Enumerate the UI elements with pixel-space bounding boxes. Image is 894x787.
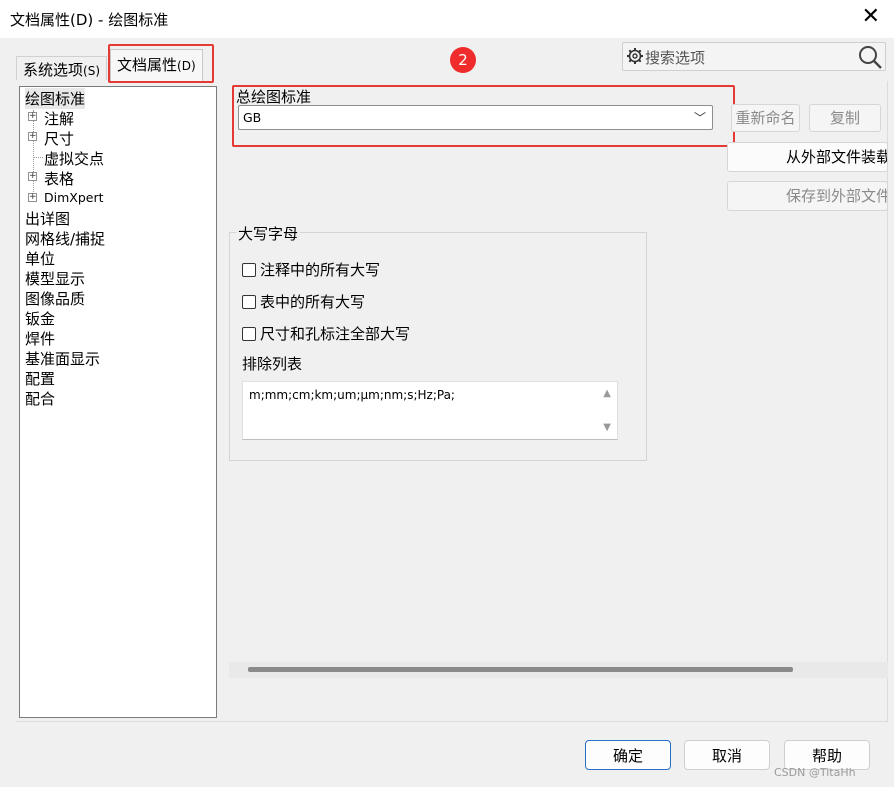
checkbox-label: 注释中的所有大写 bbox=[260, 261, 381, 279]
highlight-box-standard bbox=[232, 85, 735, 147]
scroll-up-icon[interactable]: ▲ bbox=[603, 388, 611, 399]
load-from-file-button[interactable]: 从外部文件装载 bbox=[727, 142, 888, 172]
tree-connector bbox=[33, 110, 34, 198]
watermark: CSDN @TitaHh bbox=[774, 766, 856, 779]
tree-item-detailing[interactable]: 出详图 bbox=[25, 208, 70, 229]
exclude-list-label: 排除列表 bbox=[242, 355, 303, 373]
exclude-list-field[interactable]: m;mm;cm;km;um;µm;nm;s;Hz;Pa; ▲ ▼ bbox=[242, 381, 618, 440]
exclude-list-value: m;mm;cm;km;um;µm;nm;s;Hz;Pa; bbox=[249, 388, 455, 402]
expand-icon[interactable]: + bbox=[28, 112, 37, 121]
tree-item-sheet-metal[interactable]: 钣金 bbox=[25, 308, 55, 329]
gear-icon[interactable] bbox=[625, 46, 645, 66]
checkbox-icon[interactable] bbox=[242, 263, 256, 277]
checkbox-icon[interactable] bbox=[242, 327, 256, 341]
highlight-box-tab bbox=[108, 44, 214, 83]
checkbox-label: 表中的所有大写 bbox=[260, 293, 366, 311]
tab-system-options[interactable]: 系统选项(S) bbox=[16, 56, 107, 80]
tree-item-configurations[interactable]: 配置 bbox=[25, 368, 55, 389]
tree-item-grid-snap[interactable]: 网格线/捕捉 bbox=[25, 228, 105, 249]
uppercase-group-legend: 大写字母 bbox=[236, 223, 301, 244]
tree-item-drafting-standard[interactable]: 绘图标准 bbox=[25, 88, 86, 109]
checkbox-uppercase-tables[interactable]: 表中的所有大写 bbox=[242, 291, 365, 312]
expand-icon[interactable]: + bbox=[28, 172, 37, 181]
tree-item-annotations[interactable]: 注解 bbox=[44, 108, 74, 129]
search-input[interactable]: 搜索选项 bbox=[645, 47, 705, 68]
tree-connector bbox=[33, 157, 43, 158]
window-title: 文档属性(D) - 绘图标准 bbox=[10, 11, 169, 29]
expand-icon[interactable]: + bbox=[28, 132, 37, 141]
tree-item-dimensions[interactable]: 尺寸 bbox=[44, 128, 74, 149]
tab-system-options-accel: (S) bbox=[83, 64, 100, 78]
cancel-button[interactable]: 取消 bbox=[684, 740, 770, 770]
checkbox-icon[interactable] bbox=[242, 295, 256, 309]
tree-item-plane-display[interactable]: 基准面显示 bbox=[25, 348, 100, 369]
tree-item-weldments[interactable]: 焊件 bbox=[25, 328, 55, 349]
checkbox-uppercase-notes[interactable]: 注释中的所有大写 bbox=[242, 259, 380, 280]
search-options-box[interactable]: 搜索选项 bbox=[622, 42, 886, 71]
search-icon[interactable] bbox=[857, 44, 883, 70]
checkbox-label: 尺寸和孔标注全部大写 bbox=[260, 325, 411, 343]
tree-item-model-display[interactable]: 模型显示 bbox=[25, 268, 85, 289]
tree-item-mates[interactable]: 配合 bbox=[25, 388, 55, 409]
rename-button[interactable]: 重新命名 bbox=[731, 104, 800, 132]
tree-item-tables[interactable]: 表格 bbox=[44, 168, 74, 189]
save-to-file-button[interactable]: 保存到外部文件 bbox=[727, 181, 888, 211]
annotation-badge-2: 2 bbox=[450, 47, 476, 73]
tree-item-image-quality[interactable]: 图像品质 bbox=[25, 288, 85, 309]
scroll-down-icon[interactable]: ▼ bbox=[603, 422, 611, 433]
checkbox-uppercase-dimensions[interactable]: 尺寸和孔标注全部大写 bbox=[242, 323, 410, 344]
expand-icon[interactable]: + bbox=[28, 193, 37, 202]
horizontal-scrollbar[interactable] bbox=[229, 662, 888, 678]
copy-button[interactable]: 复制 bbox=[809, 104, 881, 132]
ok-button[interactable]: 确定 bbox=[585, 740, 671, 770]
scrollbar-thumb[interactable] bbox=[248, 667, 793, 672]
tab-system-options-label: 系统选项 bbox=[23, 61, 84, 79]
title-bar: 文档属性(D) - 绘图标准 ✕ bbox=[0, 0, 894, 38]
tree-item-units[interactable]: 单位 bbox=[25, 248, 55, 269]
uppercase-group: 大写字母 注释中的所有大写 表中的所有大写 尺寸和孔标注全部大写 排除列表 m;… bbox=[229, 223, 647, 461]
options-tree[interactable]: 绘图标准 + 注解 + 尺寸 虚拟交点 + 表格 + DimXpert 出详图 … bbox=[19, 86, 217, 718]
close-icon[interactable]: ✕ bbox=[862, 6, 880, 28]
tree-item-dimxpert[interactable]: DimXpert bbox=[44, 190, 104, 205]
tree-item-virtual-sharps[interactable]: 虚拟交点 bbox=[44, 148, 104, 169]
